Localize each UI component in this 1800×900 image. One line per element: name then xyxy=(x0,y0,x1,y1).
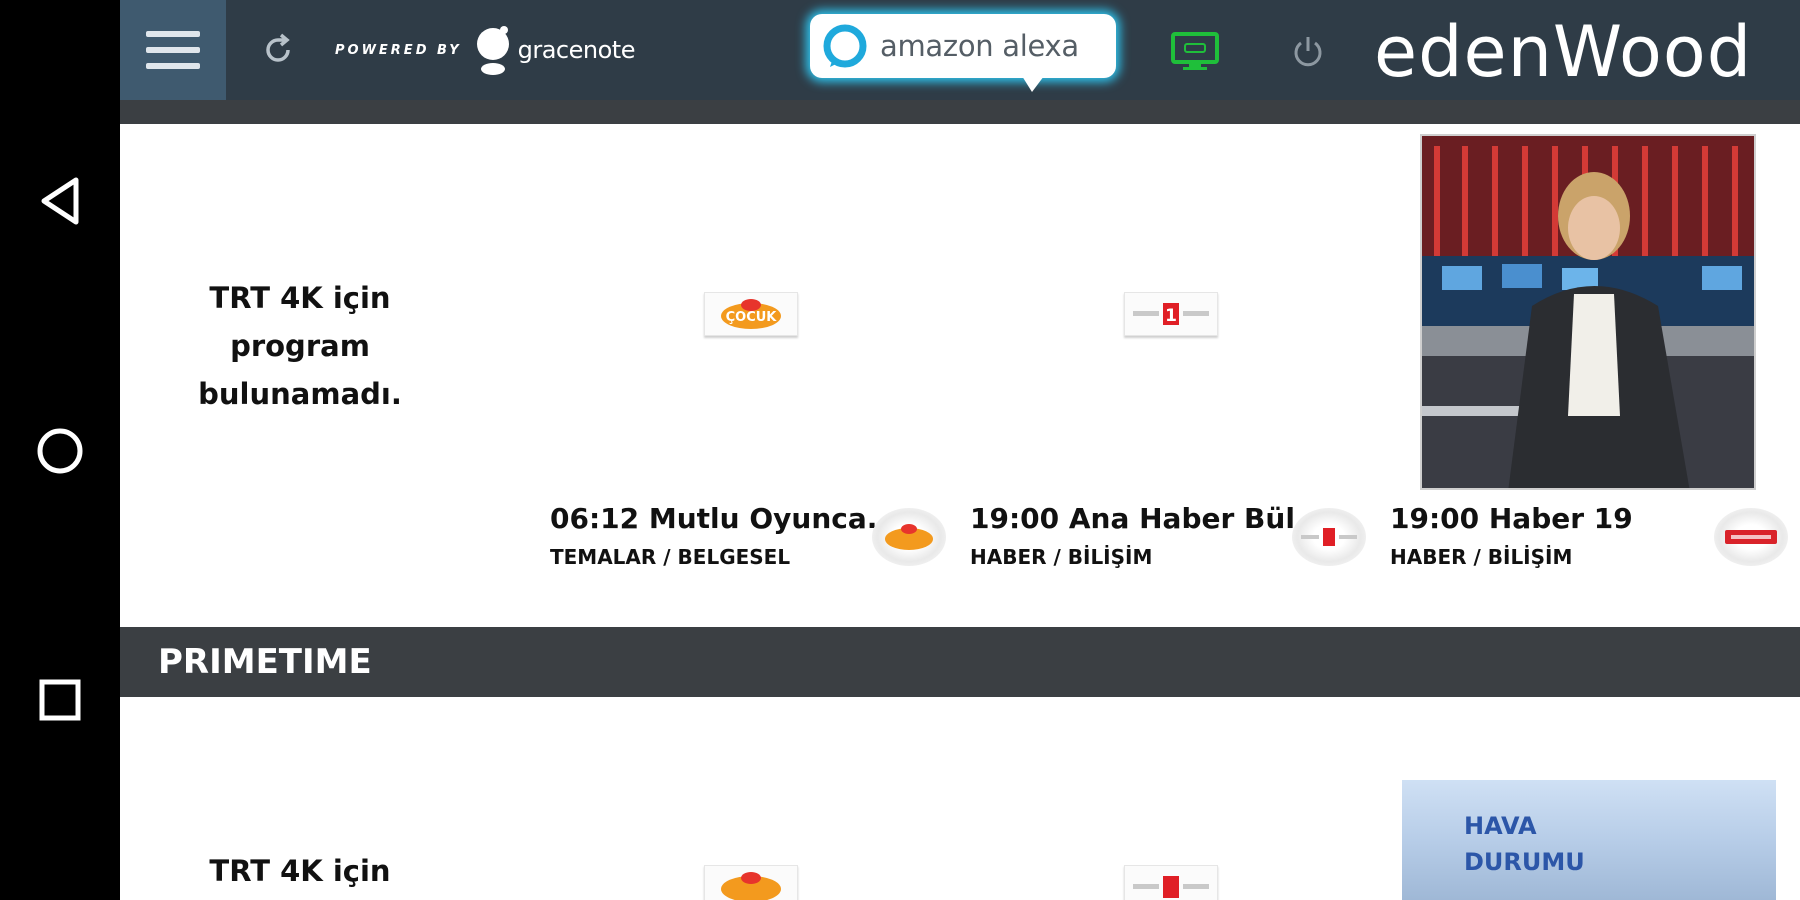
alexa-icon xyxy=(823,24,867,68)
program-channel-trt-haber xyxy=(1714,508,1788,566)
program-category-2: HABER / BİLİŞİM xyxy=(970,545,1153,569)
alexa-bubble-tail xyxy=(1022,76,1044,92)
program-title-3[interactable]: 19:00 Haber 19 xyxy=(1390,502,1633,535)
weather-line-2: DURUMU xyxy=(1464,848,1585,876)
gracenote-icon xyxy=(476,26,509,75)
refresh-button[interactable] xyxy=(254,26,302,74)
power-icon xyxy=(1294,37,1322,67)
trt-cocuk-logo-icon-2 xyxy=(721,872,781,900)
trt-1-small-icon xyxy=(1301,528,1357,546)
svg-text:ÇOCUK: ÇOCUK xyxy=(726,310,778,325)
program-title-1[interactable]: 06:12 Mutlu Oyunca... xyxy=(550,502,899,535)
refresh-icon xyxy=(266,33,290,62)
hamburger-menu-icon xyxy=(146,31,200,69)
app-root: POWERED BY gracenote amazon alexa edenWo… xyxy=(0,0,1800,900)
powered-by-label: POWERED BY xyxy=(335,42,462,58)
program-title-2[interactable]: 19:00 Ana Haber Bül... xyxy=(970,502,1327,535)
menu-button[interactable] xyxy=(120,0,226,100)
recents-button[interactable] xyxy=(0,655,120,745)
program-channel-trt-1 xyxy=(1292,508,1366,566)
trt-haber-small-icon xyxy=(1725,530,1777,544)
alexa-label: amazon alexa xyxy=(880,29,1079,63)
channel-logo-trt-1[interactable]: 1 xyxy=(1124,292,1218,336)
gracenote-logo: POWERED BY gracenote xyxy=(335,22,635,78)
power-button[interactable] xyxy=(1288,32,1328,72)
program-channel-trt-cocuk xyxy=(872,508,946,566)
weather-thumbnail-text: HAVA DURUMU xyxy=(1464,808,1585,880)
home-button[interactable] xyxy=(0,406,120,496)
gracenote-text: gracenote xyxy=(517,36,636,64)
svg-text:1: 1 xyxy=(1165,306,1177,326)
trt-cocuk-small-icon xyxy=(885,524,933,550)
app-top-bar: POWERED BY gracenote amazon alexa edenWo… xyxy=(120,0,1800,100)
channel-logo-trt-cocuk-2[interactable] xyxy=(704,865,798,900)
program-thumbnail-hava-durumu[interactable]: HAVA DURUMU xyxy=(1402,780,1776,900)
screen-mirror-button[interactable] xyxy=(1169,30,1221,74)
android-nav-bar xyxy=(0,0,120,900)
tv-screen-icon xyxy=(1171,32,1219,70)
alexa-button[interactable]: amazon alexa xyxy=(810,14,1116,92)
weather-line-1: HAVA xyxy=(1464,812,1537,840)
edenwood-brand-logo: edenWood xyxy=(1374,11,1753,93)
section-header-primetime: PRIMETIME xyxy=(120,627,1800,697)
no-program-message: TRT 4K için program bulunamadı. xyxy=(198,281,402,411)
home-icon xyxy=(37,428,83,474)
channel-row-1: TRT 4K için program bulunamadı. ÇOCUK 1 xyxy=(120,124,1800,627)
news-presenter-image xyxy=(1422,136,1754,488)
recents-icon xyxy=(39,679,81,721)
channel-logo-trt-cocuk[interactable]: ÇOCUK xyxy=(704,292,798,336)
back-icon xyxy=(41,177,79,225)
program-category-3: HABER / BİLİŞİM xyxy=(1390,545,1573,569)
trt-cocuk-logo-icon: ÇOCUK xyxy=(721,299,781,329)
trt-1-logo-icon: 1 xyxy=(1133,303,1209,326)
no-program-message-2: TRT 4K için program xyxy=(209,854,391,888)
top-bar-divider xyxy=(120,100,1800,124)
trt-1-logo-icon-2 xyxy=(1133,876,1209,898)
back-button[interactable] xyxy=(0,156,120,246)
program-category-1: TEMALAR / BELGESEL xyxy=(550,545,791,569)
program-thumbnail-haber-19[interactable] xyxy=(1420,134,1756,490)
section-title: PRIMETIME xyxy=(158,642,372,682)
channel-logo-trt-1-2[interactable] xyxy=(1124,865,1218,900)
